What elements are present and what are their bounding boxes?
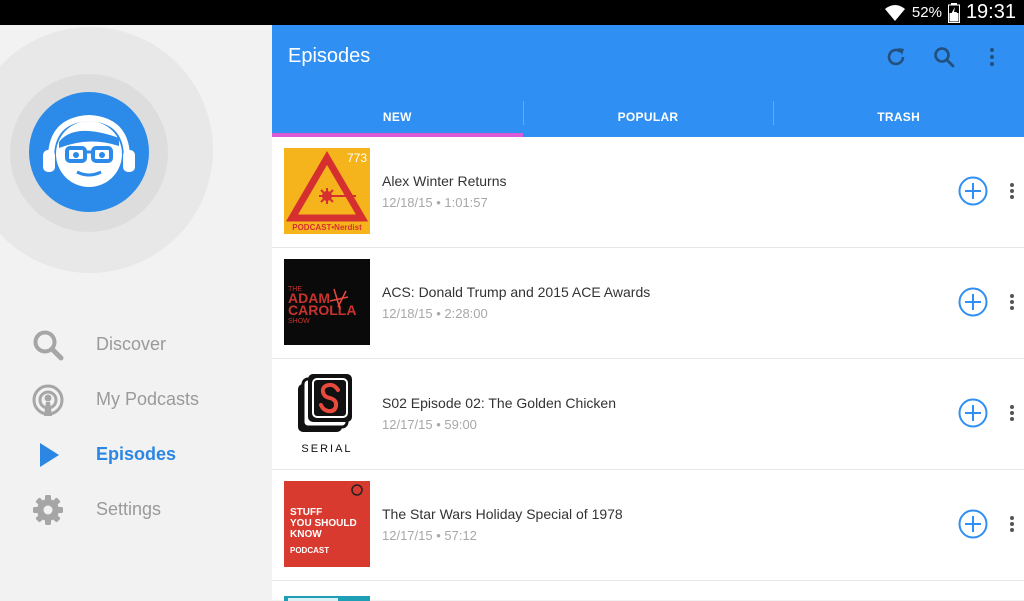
app-bar: Episodes NEW POPULAR TRASH	[272, 25, 1024, 137]
nav-item-episodes[interactable]: Episodes	[0, 427, 272, 482]
add-circle-icon[interactable]	[958, 287, 988, 317]
episode-meta: 12/17/15 • 57:12	[382, 528, 477, 543]
episode-title: Alex Winter Returns	[382, 173, 507, 189]
more-vert-icon	[1010, 405, 1014, 421]
episode-row[interactable]: 773 PODCAST•Nerdist Alex Winter Returns …	[272, 137, 1024, 248]
episode-more-button[interactable]	[1002, 511, 1022, 537]
svg-text:CAROLLA: CAROLLA	[288, 302, 356, 318]
tab-new[interactable]: NEW	[272, 97, 523, 137]
more-vert-icon	[1010, 516, 1014, 532]
clock: 19:31	[965, 1, 1016, 23]
nav-label-settings: Settings	[96, 499, 162, 519]
wifi-icon	[884, 4, 905, 21]
episode-list: 773 PODCAST•Nerdist Alex Winter Returns …	[272, 137, 1024, 601]
nav-label-episodes: Episodes	[96, 444, 177, 464]
more-vert-icon	[1010, 183, 1014, 199]
add-circle-icon[interactable]	[958, 398, 988, 428]
episode-meta: 12/18/15 • 1:01:57	[382, 195, 488, 210]
episode-row[interactable]: STUFF YOU SHOULD KNOW PODCAST The Star W…	[272, 470, 1024, 581]
battery-icon	[947, 2, 960, 23]
nav-list: Discover My Podcasts Episodes Settings	[0, 317, 272, 537]
nerdist-podcast-artwork: 773 PODCAST•Nerdist	[284, 148, 370, 234]
svg-text:773: 773	[347, 151, 367, 165]
tab-trash[interactable]: TRASH	[773, 97, 1024, 137]
nav-item-my-podcasts[interactable]: My Podcasts	[0, 372, 272, 427]
nav-label-my-podcasts: My Podcasts	[96, 389, 200, 409]
svg-text:KNOW: KNOW	[290, 529, 322, 540]
search-icon	[30, 327, 66, 363]
episode-title: ACS: Donald Trump and 2015 ACE Awards	[382, 284, 651, 300]
episode-more-button[interactable]	[1002, 178, 1022, 204]
status-bar: 52% 19:31	[0, 0, 1024, 25]
tab-popular[interactable]: POPULAR	[522, 97, 774, 137]
refresh-icon	[887, 48, 905, 66]
episode-title: The Star Wars Holiday Special of 1978	[382, 506, 623, 522]
episode-row[interactable]: THE ADAM CAROLLA SHOW ACS: Donald Trump …	[272, 248, 1024, 359]
adam-carolla-show-artwork: THE ADAM CAROLLA SHOW	[284, 259, 370, 345]
app-bar-actions	[872, 39, 1016, 75]
search-icon	[934, 47, 955, 68]
headphones-face-icon	[43, 114, 135, 187]
serial-podcast-artwork: SERIAL	[284, 370, 370, 456]
play-icon	[30, 437, 66, 473]
episode-row[interactable]	[272, 581, 1024, 601]
nav-label-discover: Discover	[96, 334, 167, 354]
app-logo-avatar[interactable]	[29, 92, 149, 212]
episode-title: S02 Episode 02: The Golden Chicken	[382, 395, 617, 411]
search-button[interactable]	[920, 39, 968, 75]
svg-text:PODCAST•Nerdist: PODCAST•Nerdist	[292, 223, 362, 232]
episode-meta: 12/18/15 • 2:28:00	[382, 306, 488, 321]
svg-text:SERIAL: SERIAL	[301, 443, 352, 455]
navigation-drawer: Discover My Podcasts Episodes Settings	[0, 25, 272, 600]
battery-percent: 52%	[911, 4, 942, 21]
episode-more-button[interactable]	[1002, 400, 1022, 426]
page-title: Episodes	[288, 45, 371, 67]
episode-meta: 12/17/15 • 59:00	[382, 417, 477, 432]
nav-item-discover[interactable]: Discover	[0, 317, 272, 372]
tab-bar: NEW POPULAR TRASH	[272, 97, 1024, 137]
stuff-you-should-know-artwork: STUFF YOU SHOULD KNOW PODCAST	[284, 481, 370, 567]
overflow-menu-button[interactable]	[968, 39, 1016, 75]
episode-more-button[interactable]	[1002, 289, 1022, 315]
podcast-icon	[30, 382, 66, 418]
nav-item-settings[interactable]: Settings	[0, 482, 272, 537]
gear-icon	[30, 492, 66, 528]
add-circle-icon[interactable]	[958, 176, 988, 206]
episode-row[interactable]: SERIAL S02 Episode 02: The Golden Chicke…	[272, 359, 1024, 470]
svg-text:PODCAST: PODCAST	[290, 546, 329, 555]
more-vert-icon	[1010, 294, 1014, 310]
main-content: Episodes NEW POPULAR TRASH 773 PODCAST•N…	[272, 25, 1024, 601]
svg-text:STUFF: STUFF	[290, 507, 322, 518]
more-vert-icon	[990, 48, 994, 66]
refresh-button[interactable]	[872, 39, 920, 75]
add-circle-icon[interactable]	[958, 509, 988, 539]
svg-text:YOU SHOULD: YOU SHOULD	[290, 518, 357, 529]
svg-text:SHOW: SHOW	[288, 318, 310, 325]
